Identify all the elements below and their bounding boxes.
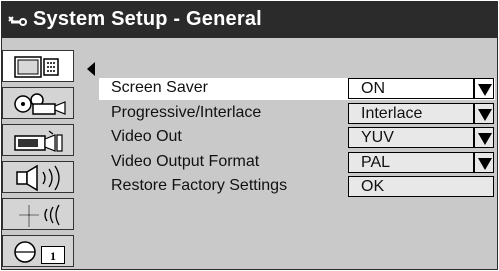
chevron-down-icon (478, 109, 492, 121)
page-title: System Setup - General (33, 7, 262, 30)
sidebar-item-projector[interactable] (2, 87, 74, 119)
selection-pointer-icon (87, 62, 95, 76)
dropdown-arrow-button[interactable] (474, 127, 494, 148)
video-out-select[interactable]: YUV (348, 127, 474, 148)
dropdown-arrow-button[interactable] (474, 152, 494, 173)
progressive-interlace-select[interactable]: Interlace (348, 103, 474, 124)
sidebar-item-antenna[interactable] (2, 198, 74, 230)
camera-film-icon (14, 130, 63, 152)
tv-remote-icon (14, 56, 59, 78)
dropdown-arrow-button[interactable] (474, 103, 494, 124)
setting-label: Video Output Format (111, 153, 260, 170)
category-sidebar: 1 (2, 38, 78, 270)
chevron-down-icon (478, 158, 492, 170)
chevron-down-icon (478, 84, 492, 96)
setting-label: Screen Saver (111, 79, 208, 96)
setting-label: Restore Factory Settings (111, 177, 288, 194)
title-bar: System Setup - General (1, 1, 498, 37)
projector-film-icon (14, 93, 66, 115)
antenna-signal-icon (19, 204, 60, 227)
video-output-format-select[interactable]: PAL (348, 152, 474, 173)
speaker-sound-icon (16, 164, 60, 192)
sidebar-item-audio[interactable] (2, 161, 74, 193)
restore-factory-ok-button[interactable]: OK (348, 176, 494, 197)
setting-row-video-output-format[interactable]: Video Output Format PAL (99, 152, 495, 173)
sidebar-item-camera[interactable] (2, 124, 74, 156)
setting-row-video-out[interactable]: Video Out YUV (99, 127, 495, 148)
setting-label: Video Out (111, 128, 182, 145)
page-number-badge: 1 (41, 246, 65, 264)
setting-label: Progressive/Interlace (111, 104, 262, 121)
screen-saver-select[interactable]: ON (348, 78, 474, 99)
setting-row-screen-saver[interactable]: Screen Saver ON (99, 78, 495, 100)
setting-row-restore-factory[interactable]: Restore Factory Settings OK (99, 176, 495, 197)
settings-panel: Screen Saver ON Progressive/Interlace In… (99, 74, 495, 197)
setting-row-progressive-interlace[interactable]: Progressive/Interlace Interlace (99, 103, 495, 124)
chevron-down-icon (478, 133, 492, 145)
sidebar-item-page[interactable]: 1 (2, 235, 74, 267)
sidebar-item-general[interactable] (2, 50, 74, 82)
dropdown-arrow-button[interactable] (474, 78, 494, 99)
setup-screen: System Setup - General 1 Screen Saver ON… (0, 0, 499, 271)
wrench-icon (8, 16, 27, 26)
